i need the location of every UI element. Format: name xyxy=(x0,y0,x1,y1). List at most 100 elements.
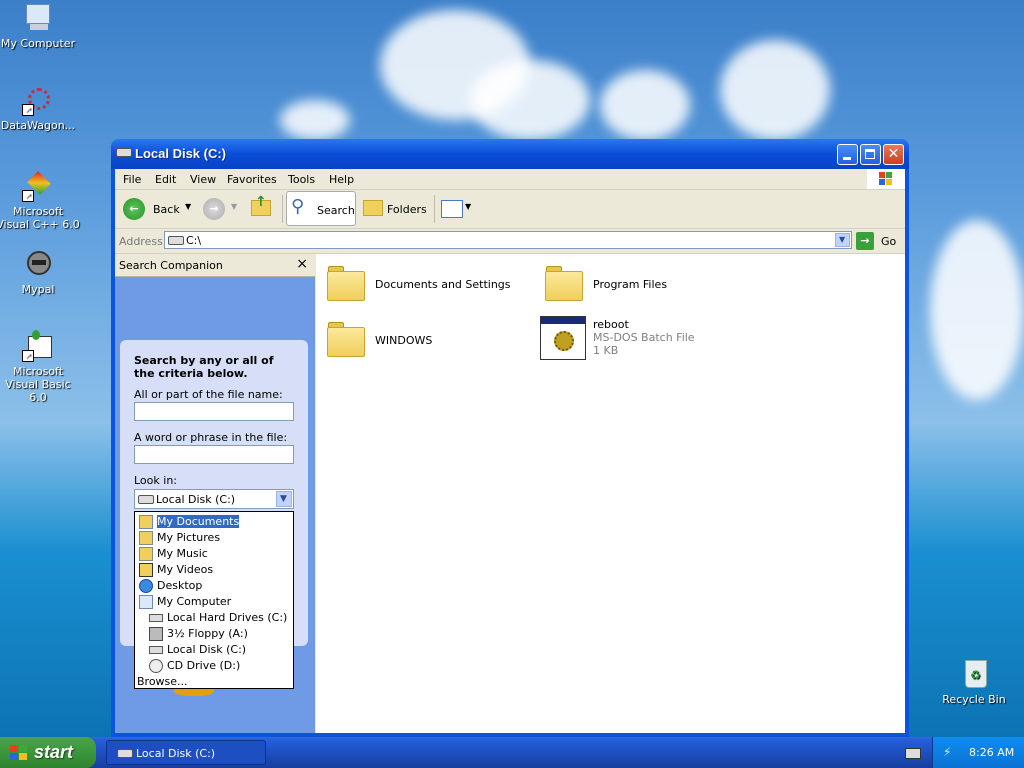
search-icon: ⚲ xyxy=(291,196,305,217)
mypal-icon xyxy=(22,248,54,280)
phrase-input[interactable] xyxy=(134,445,294,464)
forward-button[interactable]: → ▼ xyxy=(201,194,241,224)
visual-basic-icon: ↗ xyxy=(22,330,54,362)
desktop-icon-mypal[interactable]: Mypal xyxy=(0,248,81,296)
desktop-icon-my-computer[interactable]: My Computer xyxy=(0,2,81,50)
system-tray: ⚡ 8:26 AM xyxy=(932,737,1024,768)
my-documents-icon xyxy=(139,515,153,529)
menu-file[interactable]: File xyxy=(123,173,141,186)
address-input[interactable]: C:\ ▼ xyxy=(164,231,852,249)
lookin-dropdown-list: My Documents My Pictures My Music My Vid… xyxy=(134,511,294,689)
taskbar-window-button[interactable]: Local Disk (C:) xyxy=(106,740,266,765)
toolbar-separator xyxy=(282,195,283,223)
folder-icon xyxy=(545,266,583,301)
menu-help[interactable]: Help xyxy=(329,173,354,186)
menu-edit[interactable]: Edit xyxy=(155,173,176,186)
hard-drive-icon xyxy=(149,614,163,622)
wallpaper-cloud xyxy=(600,70,690,140)
drive-icon xyxy=(138,495,154,504)
folder-icon xyxy=(327,322,365,357)
back-arrow-icon: ← xyxy=(123,198,145,220)
drive-icon xyxy=(116,148,132,158)
minimize-button[interactable] xyxy=(837,144,858,165)
desktop-icon-datawagon[interactable]: ↗ DataWagon... xyxy=(0,84,81,132)
folder-item[interactable]: Documents and Settings xyxy=(327,266,517,306)
wallpaper-cloud xyxy=(470,60,590,140)
menu-tools[interactable]: Tools xyxy=(288,173,315,186)
windows-logo-icon xyxy=(867,169,905,189)
views-button[interactable]: ▼ xyxy=(439,194,475,224)
visual-cpp-icon: ↗ xyxy=(22,170,54,202)
maximize-icon xyxy=(865,149,875,159)
menu-bar: File Edit View Favorites Tools Help xyxy=(115,169,905,190)
dropdown-item-my-music[interactable]: My Music xyxy=(135,545,293,561)
dropdown-item-my-computer[interactable]: My Computer xyxy=(135,593,293,609)
hard-drive-icon xyxy=(149,646,163,654)
batch-file-item[interactable]: reboot MS-DOS Batch File 1 KB xyxy=(540,316,740,362)
dropdown-item-my-pictures[interactable]: My Pictures xyxy=(135,529,293,545)
wallpaper-cloud xyxy=(720,40,830,140)
keyboard-icon[interactable] xyxy=(905,748,921,759)
dropdown-item-local-disk[interactable]: Local Disk (C:) xyxy=(135,641,293,657)
window-title: Local Disk (C:) xyxy=(135,146,227,161)
phrase-label: A word or phrase in the file: xyxy=(134,431,288,444)
dropdown-item-browse[interactable]: Browse... xyxy=(135,673,293,689)
maximize-button[interactable] xyxy=(860,144,881,165)
address-bar: Address C:\ ▼ → Go xyxy=(115,229,905,254)
my-pictures-icon xyxy=(139,531,153,545)
my-computer-icon xyxy=(22,2,54,34)
go-button[interactable]: → Go xyxy=(856,232,901,250)
windows-logo-icon xyxy=(10,745,28,761)
minimize-icon xyxy=(843,157,851,160)
desktop-icon-recycle-bin[interactable]: ♻ Recycle Bin xyxy=(931,658,1017,706)
folders-icon xyxy=(363,200,383,216)
taskbar: start Local Disk (C:) ⚡ 8:26 AM xyxy=(0,737,1024,768)
folders-button[interactable]: Folders xyxy=(361,194,431,224)
dropdown-item-my-videos[interactable]: My Videos xyxy=(135,561,293,577)
dropdown-item-my-documents[interactable]: My Documents xyxy=(135,513,293,529)
up-folder-button[interactable]: ↑ xyxy=(249,194,275,224)
search-heading: Search by any or all of the criteria bel… xyxy=(134,354,274,380)
file-list: Documents and Settings Program Files WIN… xyxy=(316,254,905,733)
lookin-label: Look in: xyxy=(134,474,177,487)
back-button[interactable]: ← Back ▼ xyxy=(121,194,191,224)
folder-item[interactable]: Program Files xyxy=(545,266,735,306)
network-icon[interactable]: ⚡ xyxy=(943,745,957,759)
floppy-icon xyxy=(149,627,163,641)
batch-file-icon xyxy=(540,316,586,360)
chevron-down-icon: ▼ xyxy=(839,235,846,244)
filename-label: All or part of the file name: xyxy=(134,388,283,401)
folder-item[interactable]: WINDOWS xyxy=(327,322,517,362)
search-button[interactable]: ⚲ Search xyxy=(286,191,356,226)
lookin-select[interactable]: Local Disk (C:) ▼ xyxy=(134,489,294,509)
cd-drive-icon xyxy=(149,659,163,673)
filename-input[interactable] xyxy=(134,402,294,421)
chevron-down-icon: ▼ xyxy=(465,202,472,211)
close-button[interactable]: ✕ xyxy=(883,144,904,165)
lookin-dropdown-button[interactable]: ▼ xyxy=(276,491,292,507)
toolbar: ← Back ▼ → ▼ ↑ ⚲ Search Folders ▼ xyxy=(115,190,905,229)
close-icon[interactable]: × xyxy=(296,256,308,272)
recycle-bin-icon: ♻ xyxy=(958,658,990,690)
chevron-down-icon: ▼ xyxy=(231,202,238,211)
dropdown-item-cd-drive[interactable]: CD Drive (D:) xyxy=(135,657,293,673)
address-label: Address xyxy=(119,235,163,248)
desktop-icon-visual-basic[interactable]: ↗ Microsoft Visual Basic 6.0 xyxy=(0,330,81,404)
dropdown-item-desktop[interactable]: Desktop xyxy=(135,577,293,593)
forward-arrow-icon: → xyxy=(203,198,225,220)
menu-favorites[interactable]: Favorites xyxy=(227,173,277,186)
drive-icon xyxy=(168,236,184,245)
title-bar[interactable]: Local Disk (C:) ✕ xyxy=(111,139,909,169)
dropdown-item-floppy[interactable]: 3½ Floppy (A:) xyxy=(135,625,293,641)
address-dropdown-button[interactable]: ▼ xyxy=(835,233,850,247)
desktop-icon-visual-cpp[interactable]: ↗ Microsoft Visual C++ 6.0 xyxy=(0,170,81,231)
menu-view[interactable]: View xyxy=(190,173,216,186)
search-companion-header: Search Companion × xyxy=(115,254,315,277)
toolbar-separator xyxy=(434,195,435,223)
my-computer-icon xyxy=(139,595,153,609)
close-icon: ✕ xyxy=(887,146,900,162)
views-icon xyxy=(441,200,463,218)
dropdown-item-local-hard-drives[interactable]: Local Hard Drives (C:) xyxy=(135,609,293,625)
wallpaper-cloud xyxy=(280,100,350,140)
start-button[interactable]: start xyxy=(0,737,96,768)
